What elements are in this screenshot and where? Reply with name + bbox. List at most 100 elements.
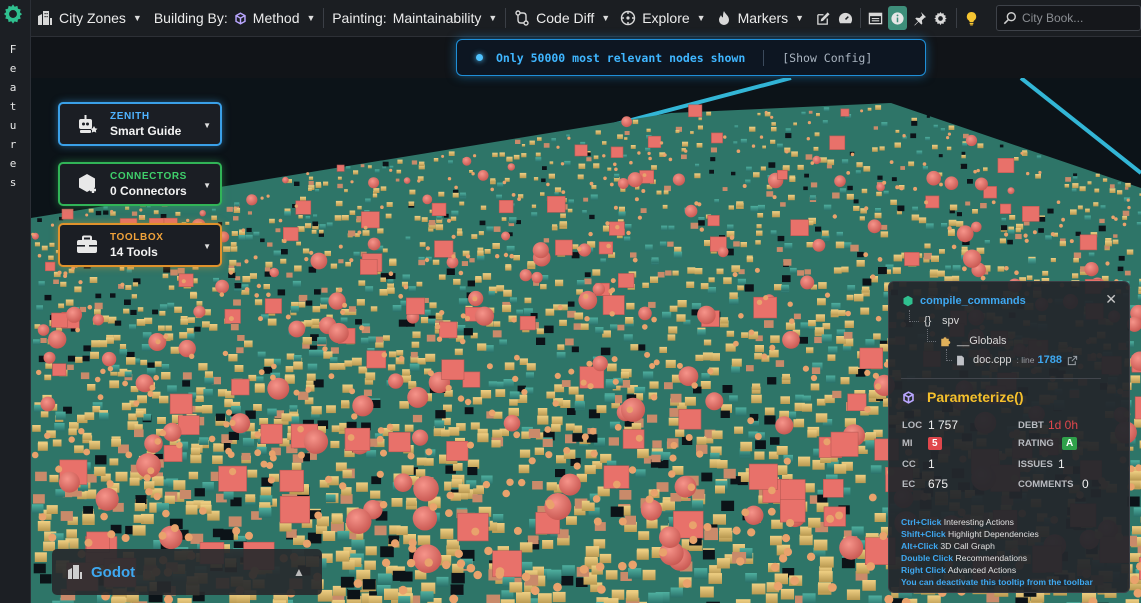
building-by-label: Building By: xyxy=(153,10,228,26)
metric-loc: LOC 1 757 xyxy=(902,418,958,432)
search-icon xyxy=(1003,11,1017,25)
chevron-down-icon: ▼ xyxy=(696,13,706,23)
metric-value: 0 xyxy=(1082,477,1089,491)
toolbar-divider xyxy=(860,8,862,28)
tree-connector xyxy=(927,329,936,342)
building-by-value: Method xyxy=(252,10,300,26)
zenith-title: ZENITH xyxy=(110,110,150,122)
toolbox-title: TOOLBOX xyxy=(110,231,164,243)
metric-label: MI xyxy=(902,438,913,449)
divider xyxy=(901,378,1101,379)
breadcrumb-namespace[interactable]: {} spv xyxy=(924,315,959,327)
braces-icon: {} xyxy=(924,315,932,327)
close-icon[interactable]: ✕ xyxy=(1105,291,1117,308)
line-number[interactable]: 1788 xyxy=(1038,354,1062,366)
metric-label: ISSUES xyxy=(1018,458,1053,470)
features-tab[interactable]: F e a t u r e s xyxy=(6,40,20,192)
puzzle-icon xyxy=(939,335,951,347)
hint-key: Shift+Click xyxy=(901,529,946,539)
shortcut-hints: Ctrl+Click Interesting Actions Shift+Cli… xyxy=(901,516,1093,588)
breadcrumb-file[interactable]: doc.cpp : line 1788 xyxy=(955,354,1078,366)
project-panel[interactable]: Godot ▲ xyxy=(52,549,322,595)
breadcrumb-scope[interactable]: __Globals xyxy=(939,335,1007,347)
painting-dropdown[interactable]: Painting: Maintainability ▼ xyxy=(328,0,501,37)
chevron-down-icon: ▼ xyxy=(306,13,316,23)
painting-value: Maintainability xyxy=(392,10,482,26)
function-name: Parameterize() xyxy=(927,389,1024,405)
building-by-dropdown[interactable]: Building By: Method ▼ xyxy=(150,0,320,37)
metric-label: DEBT xyxy=(1018,419,1044,431)
metric-value: 1 xyxy=(928,457,935,471)
metric-issues: ISSUES 1 xyxy=(1018,457,1065,471)
pin-icon[interactable] xyxy=(909,6,929,30)
chevron-down-icon: ▼ xyxy=(601,13,611,23)
connector-icon xyxy=(74,171,100,197)
explore-dropdown[interactable]: Explore ▼ xyxy=(616,0,709,37)
settings-icon[interactable] xyxy=(931,6,951,30)
hint-key: Ctrl+Click xyxy=(901,517,942,527)
hint-row: Double Click Recommendations xyxy=(901,552,1093,564)
toolbar-divider xyxy=(505,8,507,28)
banner-message: Only 50000 most relevant nodes shown xyxy=(496,50,746,65)
connectors-panel-button[interactable]: CONNECTORS 0 Connectors ▼ xyxy=(58,162,222,206)
window-icon[interactable] xyxy=(866,6,886,30)
code-diff-dropdown[interactable]: Code Diff ▼ xyxy=(510,0,614,37)
zenith-subtitle: Smart Guide xyxy=(110,123,182,138)
cube-icon xyxy=(234,11,247,25)
metric-cc: CC 1 xyxy=(902,457,935,471)
painting-label: Painting: xyxy=(332,10,387,26)
fire-icon xyxy=(716,10,732,26)
city-zones-label: City Zones xyxy=(59,10,126,26)
speedometer-icon[interactable] xyxy=(836,6,856,30)
rating-badge: A xyxy=(1062,437,1078,450)
hint-key: Double Click xyxy=(901,553,954,563)
connectors-subtitle: 0 Connectors xyxy=(110,183,187,198)
tree-connector xyxy=(909,310,919,322)
features-sidebar: F e a t u r e s xyxy=(0,0,31,603)
mi-badge: 5 xyxy=(928,437,942,450)
gear-icon[interactable] xyxy=(2,3,24,25)
show-config-link[interactable]: [Show Config] xyxy=(782,51,872,65)
chevron-up-icon[interactable]: ▲ xyxy=(288,561,310,583)
metric-ec: EC 675 xyxy=(902,477,948,491)
debt-value: 1d 0h xyxy=(1048,418,1079,432)
city-zones-dropdown[interactable]: City Zones ▼ xyxy=(31,0,146,37)
metric-label: CC xyxy=(902,458,916,470)
info-icon[interactable] xyxy=(887,6,908,30)
metric-label: EC xyxy=(902,478,916,490)
hint-row: Shift+Click Highlight Dependencies xyxy=(901,528,1093,540)
diff-icon xyxy=(514,10,530,26)
zenith-panel-button[interactable]: ZENITH Smart Guide ▼ xyxy=(58,102,222,146)
cube-icon xyxy=(902,390,915,404)
hint-text: Advanced Actions xyxy=(947,565,1017,575)
function-header: Parameterize() xyxy=(902,389,1024,405)
hint-row: Alt+Click 3D Call Graph xyxy=(901,540,1093,552)
tree-connector xyxy=(946,349,952,361)
chevron-down-icon: ▼ xyxy=(488,13,498,23)
top-toolbar: City Zones ▼ Building By: Method ▼ Paint… xyxy=(31,0,1141,37)
toolbox-panel-button[interactable]: TOOLBOX 14 Tools ▼ xyxy=(58,223,222,267)
metric-label: COMMENTS xyxy=(1018,478,1074,490)
line-label: : line xyxy=(1016,355,1035,365)
markers-dropdown[interactable]: Markers ▼ xyxy=(712,0,808,37)
breadcrumb-file-label: doc.cpp xyxy=(973,354,1012,366)
tooltip-footer: You can deactivate this tooltip from the… xyxy=(901,577,1093,587)
edit-icon[interactable] xyxy=(814,6,834,30)
lightbulb-icon[interactable] xyxy=(961,6,981,30)
status-dot xyxy=(476,54,483,61)
external-link-icon[interactable] xyxy=(1067,355,1078,366)
hint-text: 3D Call Graph xyxy=(940,541,995,551)
toolbox-subtitle: 14 Tools xyxy=(110,244,158,259)
markers-label: Markers xyxy=(737,10,789,26)
breadcrumb-root[interactable]: compile_commands xyxy=(902,295,1026,307)
search-input[interactable] xyxy=(1021,11,1140,25)
metric-debt: DEBT 1d 0h xyxy=(1018,418,1078,432)
features-label: F e a t u r e s xyxy=(9,43,23,189)
explore-label: Explore xyxy=(642,10,690,26)
search-box[interactable] xyxy=(995,5,1141,31)
connectors-title: CONNECTORS xyxy=(110,170,187,182)
toolbox-icon xyxy=(74,232,100,258)
banner-divider xyxy=(763,49,765,66)
breadcrumb-namespace-label: spv xyxy=(942,315,960,327)
metric-value: 1 757 xyxy=(928,418,959,432)
